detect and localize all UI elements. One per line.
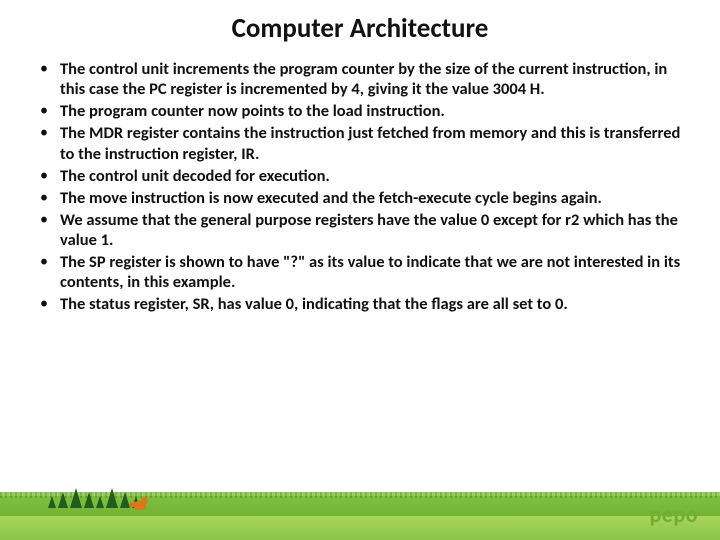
- list-item: The move instruction is now executed and…: [36, 188, 684, 208]
- trees-icon: [48, 488, 140, 508]
- list-item: The status register, SR, has value 0, in…: [36, 294, 684, 314]
- list-item: The control unit increments the program …: [36, 59, 684, 99]
- list-item: We assume that the general purpose regis…: [36, 210, 684, 250]
- fox-icon: [132, 494, 150, 510]
- grass-front: [0, 516, 720, 540]
- page-title: Computer Architecture: [0, 0, 720, 53]
- slide: Computer Architecture The control unit i…: [0, 0, 720, 540]
- list-item: The program counter now points to the lo…: [36, 101, 684, 121]
- list-item: The MDR register contains the instructio…: [36, 123, 684, 163]
- footer-scene: pepo: [0, 470, 720, 540]
- list-item: The control unit decoded for execution.: [36, 166, 684, 186]
- bullet-list: The control unit increments the program …: [36, 59, 684, 315]
- list-item: The SP register is shown to have "?" as …: [36, 252, 684, 292]
- content-area: The control unit increments the program …: [0, 53, 720, 315]
- brand-label: pepo: [649, 501, 698, 528]
